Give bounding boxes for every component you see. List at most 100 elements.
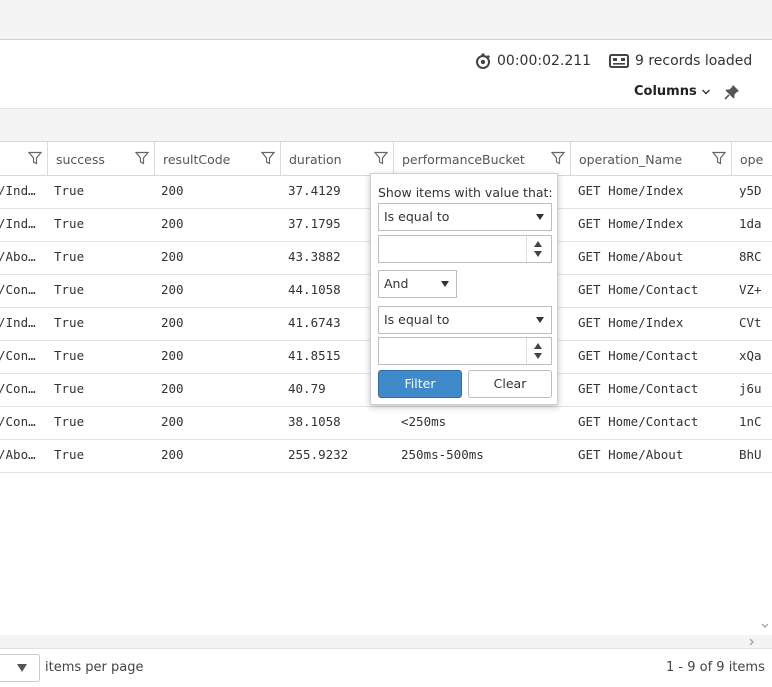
stopwatch-icon: [476, 53, 491, 69]
table-cell: True: [54, 381, 85, 396]
spinner-2[interactable]: [526, 338, 551, 364]
table-cell: /Con…: [0, 414, 36, 429]
spin-up-icon[interactable]: [534, 241, 542, 247]
pager: items per page 1 - 9 of 9 items: [0, 648, 772, 687]
spinner-1[interactable]: [526, 236, 551, 262]
operator-2-value: Is equal to: [384, 312, 450, 327]
table-cell: 200: [161, 315, 184, 330]
table-cell: True: [54, 183, 85, 198]
table-cell: GET Home/About: [578, 447, 684, 462]
column-header-operation-id[interactable]: ope: [732, 142, 772, 175]
table-cell: CVt: [739, 315, 762, 330]
clear-button[interactable]: Clear: [468, 370, 552, 398]
table-cell: 38.1058: [288, 414, 341, 429]
table-cell: /Con…: [0, 348, 36, 363]
table-cell: True: [54, 216, 85, 231]
pin-button[interactable]: [724, 84, 740, 104]
table-cell: 8RC: [739, 249, 762, 264]
value-input-1[interactable]: [378, 235, 552, 263]
spin-down-icon[interactable]: [534, 251, 542, 257]
table-cell: /Abo…: [0, 249, 36, 264]
table-cell: 200: [161, 216, 184, 231]
chevron-down-icon: [701, 89, 710, 94]
table-cell: j6u: [739, 381, 762, 396]
table-cell: 200: [161, 447, 184, 462]
scroll-down-icon[interactable]: [760, 622, 770, 630]
operator-select-1[interactable]: Is equal to: [378, 203, 552, 231]
elapsed-time: 00:00:02.211: [475, 52, 591, 70]
table-cell: BhU: [739, 447, 762, 462]
caret-down-icon: [536, 214, 544, 220]
table-cell: True: [54, 348, 85, 363]
column-header-success[interactable]: success: [48, 142, 155, 175]
table-cell: GET Home/Contact: [578, 381, 699, 396]
caret-down-icon: [17, 664, 27, 672]
logic-select[interactable]: And: [378, 270, 457, 298]
filter-button[interactable]: Filter: [378, 370, 462, 398]
logic-value: And: [384, 276, 409, 291]
pager-range: 1 - 9 of 9 items: [666, 660, 765, 675]
table-cell: 1nC: [739, 414, 762, 429]
table-cell: True: [54, 249, 85, 264]
filter-icon[interactable]: [374, 151, 388, 165]
table-cell: GET Home/Contact: [578, 282, 699, 297]
table-cell: GET Home/About: [578, 249, 684, 264]
table-cell: True: [54, 447, 85, 462]
operator-select-2[interactable]: Is equal to: [378, 306, 552, 334]
table-cell: GET Home/Contact: [578, 348, 699, 363]
table-cell: <250ms: [401, 414, 447, 429]
grid-header: success resultCode duration performanceB…: [0, 142, 772, 176]
value-input-2[interactable]: [378, 337, 552, 365]
table-cell: 200: [161, 282, 184, 297]
spin-up-icon[interactable]: [534, 343, 542, 349]
table-cell: /Con…: [0, 381, 36, 396]
filter-icon[interactable]: [135, 151, 149, 165]
filter-icon[interactable]: [712, 151, 726, 165]
elapsed-value: 00:00:02.211: [497, 53, 592, 69]
page-size-select[interactable]: [0, 654, 40, 682]
pin-icon: [724, 85, 739, 100]
caret-down-icon: [441, 281, 449, 287]
table-cell: True: [54, 414, 85, 429]
table-cell: /Ind…: [0, 315, 36, 330]
column-header-operation-name[interactable]: operation_Name: [571, 142, 732, 175]
filter-icon[interactable]: [261, 151, 275, 165]
table-cell: 255.9232: [288, 447, 349, 462]
table-cell: VZ+: [739, 282, 762, 297]
column-header-resultcode[interactable]: resultCode: [155, 142, 281, 175]
table-cell: 200: [161, 183, 184, 198]
table-cell: y5D: [739, 183, 762, 198]
caret-down-icon: [536, 317, 544, 323]
table-cell: 1da: [739, 216, 762, 231]
table-cell: GET Home/Index: [578, 216, 684, 231]
filter-icon[interactable]: [28, 151, 42, 165]
column-header-name[interactable]: [0, 142, 48, 175]
records-icon: [609, 54, 629, 68]
table-cell: 250ms-500ms: [401, 447, 484, 462]
table-cell: 200: [161, 348, 184, 363]
table-row[interactable]: /Abo… True 200 255.9232 250ms-500ms GET Home/…: [0, 439, 772, 473]
table-cell: 200: [161, 381, 184, 396]
table-cell: 200: [161, 249, 184, 264]
table-cell: GET Home/Index: [578, 183, 684, 198]
column-header-duration[interactable]: duration: [281, 142, 394, 175]
columns-button[interactable]: Columns: [634, 84, 711, 99]
table-cell: xQa: [739, 348, 762, 363]
table-cell: /Abo…: [0, 447, 36, 462]
scroll-right-icon[interactable]: [748, 637, 756, 647]
records-value: 9 records loaded: [635, 53, 753, 69]
horizontal-scrollbar[interactable]: [0, 635, 772, 647]
filter-caption: Show items with value that:: [378, 185, 553, 200]
column-header-performancebucket[interactable]: performanceBucket: [394, 142, 571, 175]
table-cell: /Con…: [0, 282, 36, 297]
table-cell: /Ind…: [0, 183, 36, 198]
table-row[interactable]: /Con… True 200 38.1058 <250ms GET Home/Contac…: [0, 406, 772, 440]
filter-icon[interactable]: [551, 151, 565, 165]
table-cell: GET Home/Contact: [578, 414, 699, 429]
filter-popup: Show items with value that: Is equal to …: [370, 173, 558, 405]
spin-down-icon[interactable]: [534, 353, 542, 359]
table-cell: /Ind…: [0, 216, 36, 231]
table-cell: True: [54, 282, 85, 297]
items-per-page-label: items per page: [45, 660, 144, 675]
operator-1-value: Is equal to: [384, 209, 450, 224]
